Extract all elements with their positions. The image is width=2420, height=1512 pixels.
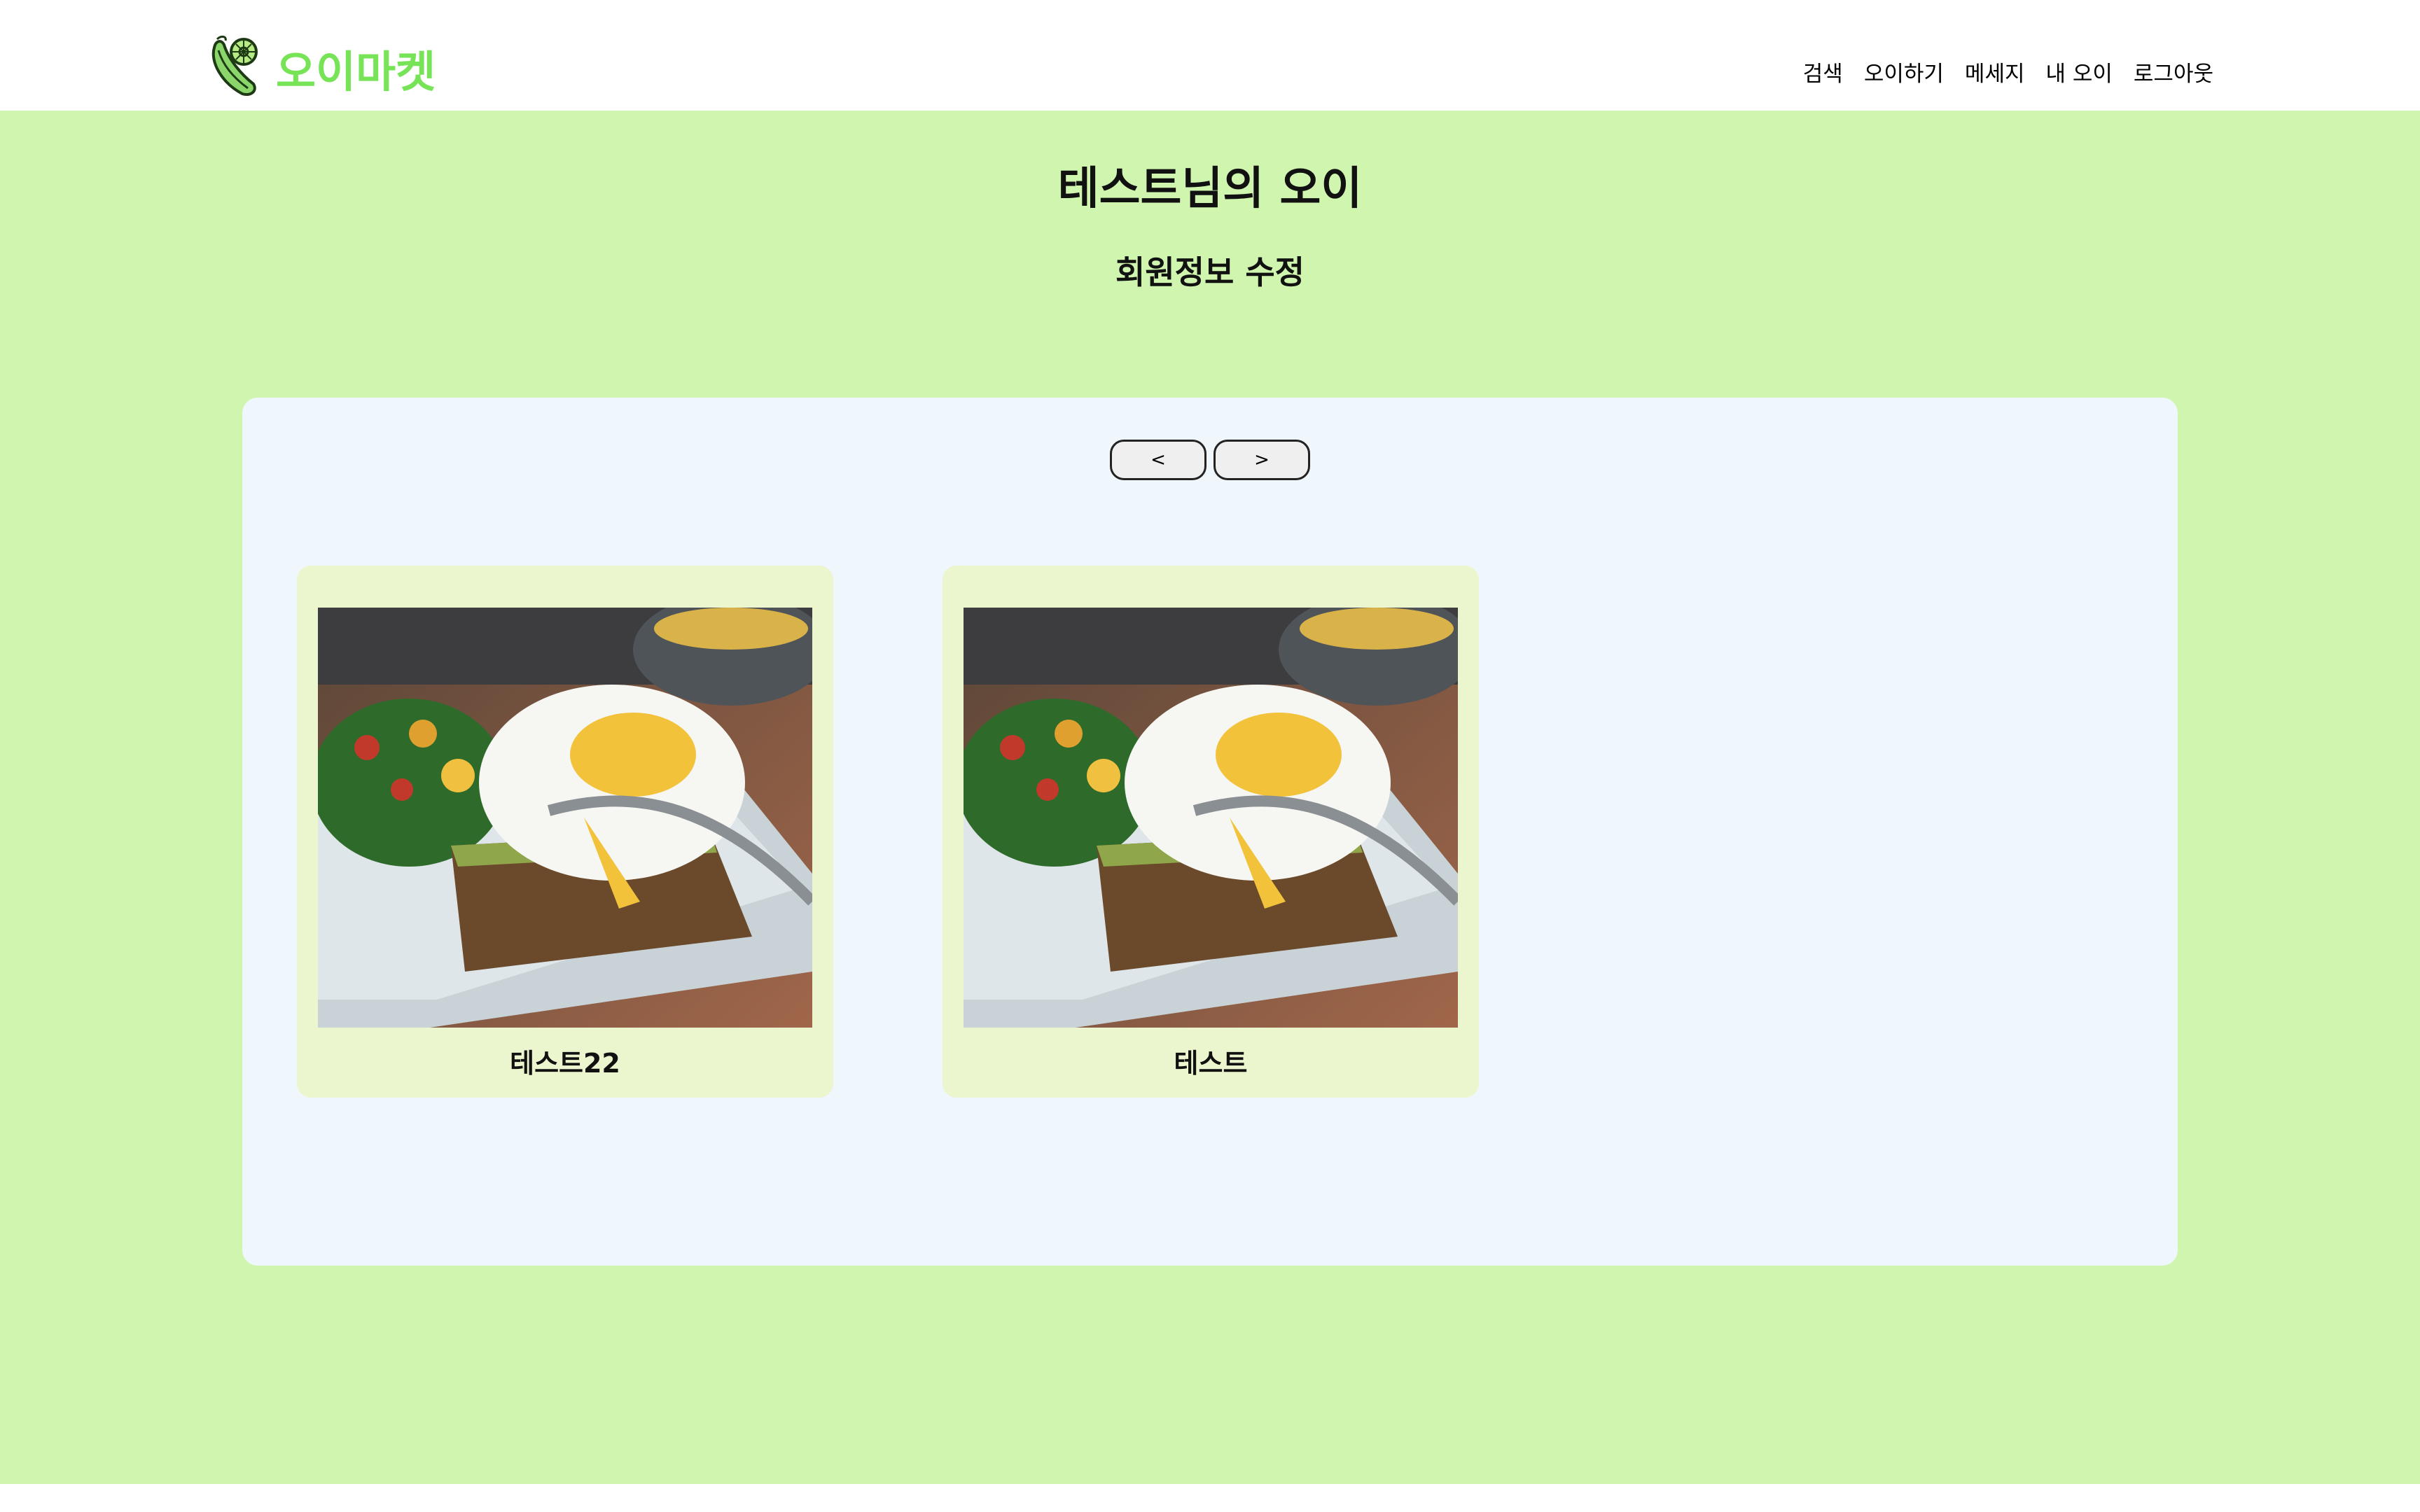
nav-my-items[interactable]: 내 오이 — [2045, 56, 2112, 88]
product-name: 테스트 — [1174, 1048, 1248, 1079]
edit-profile-link[interactable]: 회원정보 수정 — [0, 247, 2420, 293]
top-nav: 검색 오이하기 메세지 내 오이 로그아웃 — [1803, 56, 2213, 88]
pagination: < > — [242, 440, 2178, 480]
product-image — [318, 608, 812, 1028]
food-photo-icon — [318, 608, 812, 1028]
product-name: 테스트22 — [510, 1048, 620, 1079]
logo[interactable]: 오이마켓 — [207, 13, 436, 97]
footer — [0, 1484, 2420, 1512]
nav-search[interactable]: 검색 — [1803, 56, 1843, 88]
nav-messages[interactable]: 메세지 — [1965, 56, 2025, 88]
cucumber-icon — [211, 35, 258, 96]
product-image — [964, 608, 1458, 1028]
brand-name: 오이마켓 — [276, 46, 436, 97]
food-photo-icon — [964, 608, 1458, 1028]
header: 오이마켓 검색 오이하기 메세지 내 오이 로그아웃 — [0, 0, 2420, 111]
product-card[interactable]: 테스트22 — [297, 566, 833, 1098]
prev-page-button[interactable]: < — [1110, 440, 1206, 480]
product-list: 테스트22 테스트 — [297, 566, 1479, 1098]
next-page-button[interactable]: > — [1214, 440, 1310, 480]
product-panel: < > 테스트22 테스트 — [242, 398, 2178, 1266]
nav-sell[interactable]: 오이하기 — [1864, 56, 1944, 88]
nav-logout[interactable]: 로그아웃 — [2134, 56, 2213, 88]
main-content: 테스트님의 오이 회원정보 수정 < > 테스트22 테스트 — [0, 111, 2420, 1484]
product-card[interactable]: 테스트 — [943, 566, 1479, 1098]
page-title: 테스트님의 오이 — [1057, 163, 1363, 215]
